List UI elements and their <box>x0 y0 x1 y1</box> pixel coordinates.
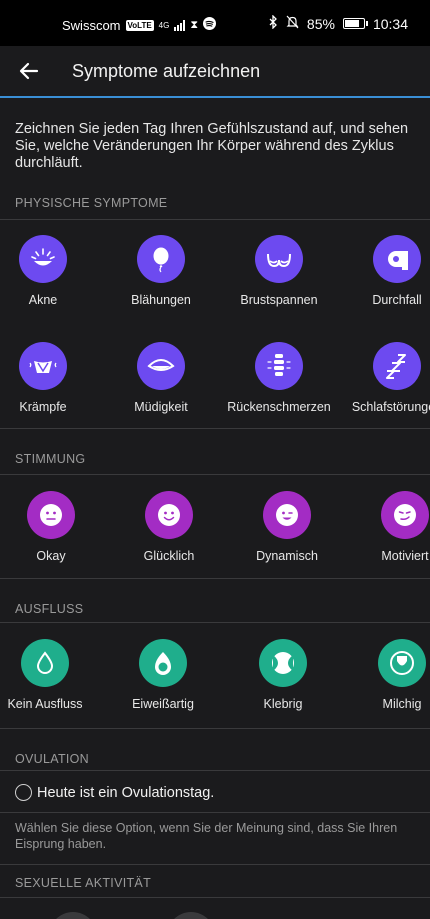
divider <box>0 770 430 771</box>
section-sexual-title: SEXUELLE AKTIVITÄT <box>15 876 152 890</box>
discharge-none[interactable]: Kein Ausfluss <box>0 639 105 711</box>
mute-bell-icon <box>286 15 299 32</box>
physical-row-2: Krämpfe Müdigkeit Rückenschmerzen Schlaf… <box>0 337 430 419</box>
acne-icon <box>19 235 67 283</box>
status-bar: Swisscom VoLTE 4G ⧗ 85% 10:34 <box>0 0 430 46</box>
status-right: 85% 10:34 <box>268 14 408 32</box>
mood-motiviert[interactable]: Motiviert <box>345 491 430 563</box>
symptom-rueckenschmerzen[interactable]: Rückenschmerzen <box>219 342 339 414</box>
cramps-icon <box>19 342 67 390</box>
neutral-face-icon <box>27 491 75 539</box>
discharge-milchig[interactable]: Milchig <box>342 639 430 711</box>
mood-label: Motiviert <box>381 549 429 563</box>
mood-dynamisch[interactable]: Dynamisch <box>227 491 347 563</box>
page-title: Symptome aufzeichnen <box>72 61 261 81</box>
network-type: 4G <box>158 20 170 30</box>
section-physical-title: PHYSISCHE SYMPTOME <box>15 196 168 210</box>
symptom-label: Müdigkeit <box>134 400 188 414</box>
discharge-label: Milchig <box>382 697 422 711</box>
bluetooth-icon <box>268 14 278 32</box>
app-bar: Symptome aufzeichnen <box>0 46 430 98</box>
ovulation-option[interactable]: Heute ist ein Ovulationstag. <box>0 776 430 812</box>
hourglass-icon: ⧗ <box>190 18 199 31</box>
divider <box>0 864 430 865</box>
divider <box>0 812 430 813</box>
symptom-label: Blähungen <box>131 293 191 307</box>
symptom-kraempfe[interactable]: Krämpfe <box>0 342 103 414</box>
section-mood-title: STIMMUNG <box>15 452 86 466</box>
physical-row-1: Akne Blähungen Brustspannen Durchfall <box>0 230 430 312</box>
toilet-paper-icon <box>373 235 421 283</box>
symptom-label: Schlafstörungen <box>351 400 430 414</box>
discharge-label: Eiweißartig <box>132 697 194 711</box>
ovulation-label: Heute ist ein Ovulationstag. <box>37 785 215 801</box>
happy-face-icon <box>145 491 193 539</box>
breast-icon <box>255 235 303 283</box>
ovulation-hint: Wählen Sie diese Option, wenn Sie der Me… <box>15 821 398 851</box>
smirk-face-icon <box>381 491 429 539</box>
intro-text: Zeichnen Sie jeden Tag Ihren Gefühlszust… <box>15 121 409 171</box>
back-arrow-icon[interactable] <box>17 59 41 83</box>
symptom-schlafstoerungen[interactable]: Schlafstörungen <box>337 342 430 414</box>
signal-icon <box>174 19 186 31</box>
discharge-label: Kein Ausfluss <box>7 697 83 711</box>
mood-gluecklich[interactable]: Glücklich <box>109 491 229 563</box>
spine-icon <box>255 342 303 390</box>
symptom-muedigkeit[interactable]: Müdigkeit <box>101 342 221 414</box>
divider <box>0 474 430 475</box>
discharge-label: Klebrig <box>263 697 303 711</box>
mood-label: Dynamisch <box>256 549 318 563</box>
drop-icon <box>21 639 69 687</box>
volte-badge: VoLTE <box>125 19 154 31</box>
sticky-icon <box>259 639 307 687</box>
divider <box>0 219 430 220</box>
symptom-durchfall[interactable]: Durchfall <box>337 235 430 307</box>
sleep-zzz-icon <box>373 342 421 390</box>
battery-icon <box>342 18 368 29</box>
symptom-akne[interactable]: Akne <box>0 235 103 307</box>
mood-okay[interactable]: Okay <box>0 491 111 563</box>
egg-white-icon <box>139 639 187 687</box>
balloon-icon <box>137 235 185 283</box>
symptom-blaehungen[interactable]: Blähungen <box>101 235 221 307</box>
divider <box>0 622 430 623</box>
wink-face-icon <box>263 491 311 539</box>
mood-label: Okay <box>36 549 66 563</box>
ovulation-radio[interactable] <box>15 784 32 801</box>
symptom-brustspannen[interactable]: Brustspannen <box>219 235 339 307</box>
tired-eye-icon <box>137 342 185 390</box>
divider <box>0 897 430 898</box>
discharge-klebrig[interactable]: Klebrig <box>223 639 343 711</box>
milky-icon <box>378 639 426 687</box>
symptom-label: Rückenschmerzen <box>227 400 331 414</box>
section-discharge-title: AUSFLUSS <box>15 602 84 616</box>
battery-percent: 85% <box>306 15 335 32</box>
clock: 10:34 <box>372 15 408 32</box>
discharge-eiweissartig[interactable]: Eiweißartig <box>103 639 223 711</box>
section-ovulation-title: OVULATION <box>15 752 90 766</box>
divider <box>0 728 430 729</box>
mood-row: Okay Glücklich Dynamisch Motiviert <box>0 486 430 566</box>
symptom-label: Akne <box>28 293 58 307</box>
divider <box>0 578 430 579</box>
mood-label: Glücklich <box>143 549 195 563</box>
carrier-name: Swisscom <box>62 17 121 33</box>
spotify-icon <box>203 17 217 33</box>
sexual-option[interactable] <box>49 912 97 919</box>
divider <box>0 428 430 429</box>
discharge-row: Kein Ausfluss Eiweißartig Klebrig Milchi… <box>0 634 430 716</box>
symptom-label: Krämpfe <box>19 400 67 414</box>
symptom-label: Durchfall <box>372 293 422 307</box>
symptom-label: Brustspannen <box>240 293 318 307</box>
sexual-option[interactable] <box>167 912 215 919</box>
status-left: Swisscom VoLTE 4G ⧗ <box>62 17 217 33</box>
